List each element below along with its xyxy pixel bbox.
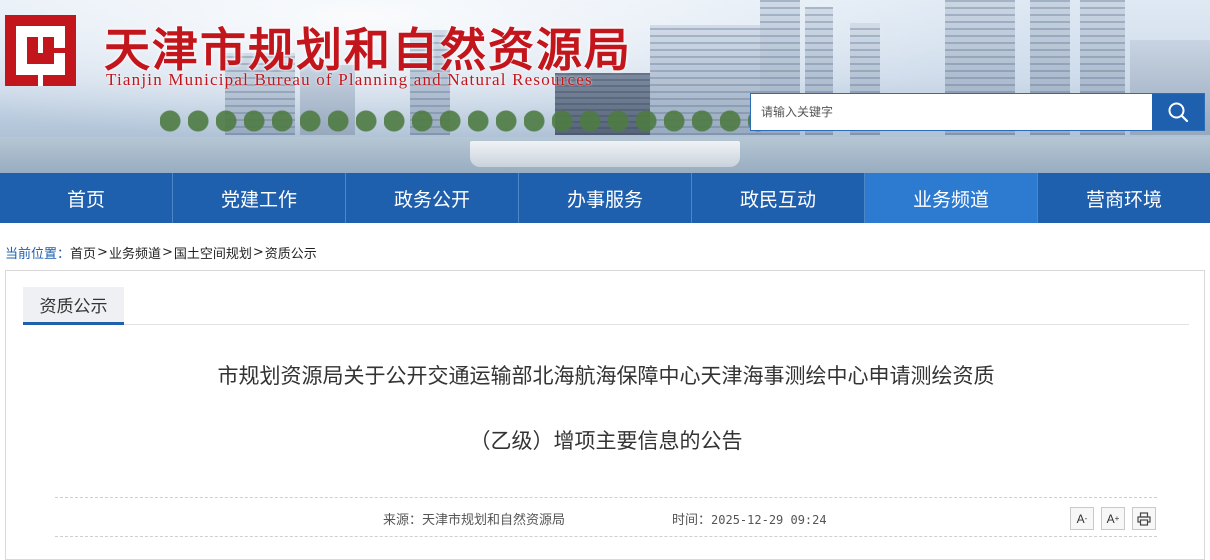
breadcrumb-item-qualification[interactable]: 资质公示 <box>265 243 317 262</box>
article-time: 时间：2025-12-29 09:24 <box>672 509 827 528</box>
font-increase-label: A <box>1106 511 1115 526</box>
time-label: 时间： <box>672 513 712 528</box>
article-title-line-1: 市规划资源局关于公开交通运输部北海航海保障中心天津海事测绘中心申请测绘资质 <box>217 364 995 388</box>
source-value: 天津市规划和自然资源局 <box>422 513 566 528</box>
breadcrumb: 当前位置： 首页 > 业务频道 > 国土空间规划 > 资质公示 <box>5 242 317 262</box>
time-value: 2025-12-29 09:24 <box>711 513 827 527</box>
source-label: 来源： <box>383 513 423 528</box>
search-button[interactable] <box>1152 94 1204 130</box>
breadcrumb-separator: > <box>97 244 108 260</box>
print-icon <box>1137 511 1151 526</box>
article-source: 来源：天津市规划和自然资源局 <box>383 509 565 528</box>
breadcrumb-item-home[interactable]: 首页 <box>70 243 96 262</box>
breadcrumb-separator: > <box>161 244 173 260</box>
breadcrumb-label: 当前位置： <box>5 246 71 262</box>
nav-item-services[interactable]: 办事服务 <box>519 173 692 223</box>
main-nav: 首页 党建工作 政务公开 办事服务 政民互动 业务频道 营商环境 <box>0 173 1210 223</box>
article-title-line-2: （乙级）增项主要信息的公告 <box>469 429 743 453</box>
tab-qualification-notice[interactable]: 资质公示 <box>23 287 124 325</box>
content-panel: 资质公示 市规划资源局关于公开交通运输部北海航海保障中心天津海事测绘中心申请测绘… <box>5 270 1205 560</box>
article-meta-bar: 来源：天津市规划和自然资源局 时间：2025-12-29 09:24 A- A + <box>55 497 1157 537</box>
font-decrease-label: A <box>1076 511 1085 526</box>
font-decrease-mark: - <box>1084 514 1088 523</box>
search-icon <box>1168 102 1189 123</box>
site-title-english: Tianjin Municipal Bureau of Planning and… <box>106 70 593 89</box>
header-banner: 天津市规划和自然资源局 Tianjin Municipal Bureau of … <box>0 0 1210 173</box>
font-increase-button[interactable]: A + <box>1101 507 1125 530</box>
font-decrease-button[interactable]: A- <box>1070 507 1094 530</box>
breadcrumb-separator: > <box>252 244 264 260</box>
banner-ship <box>470 141 740 167</box>
font-increase-mark: + <box>1114 514 1120 523</box>
bureau-logo-icon <box>5 15 76 86</box>
nav-item-interaction[interactable]: 政民互动 <box>692 173 865 223</box>
breadcrumb-item-spatial-planning[interactable]: 国土空间规划 <box>174 243 252 262</box>
search-input[interactable] <box>751 94 1152 130</box>
tab-bar: 资质公示 <box>23 287 1189 325</box>
nav-item-home[interactable]: 首页 <box>0 173 173 223</box>
nav-item-business-environment[interactable]: 营商环境 <box>1038 173 1210 223</box>
breadcrumb-item-business-channel[interactable]: 业务频道 <box>109 243 161 262</box>
nav-item-government-affairs[interactable]: 政务公开 <box>346 173 519 223</box>
search-box <box>750 93 1205 131</box>
nav-item-business-channel[interactable]: 业务频道 <box>865 173 1038 223</box>
print-button[interactable] <box>1132 507 1156 530</box>
nav-item-party-building[interactable]: 党建工作 <box>173 173 346 223</box>
